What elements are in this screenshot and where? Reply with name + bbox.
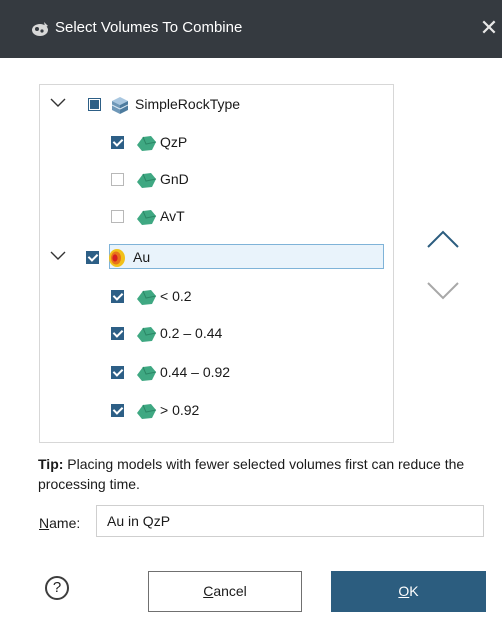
tree-row-avt[interactable]: AvT xyxy=(40,198,393,234)
move-up-icon[interactable] xyxy=(425,228,461,250)
tree-label: 0.44 – 0.92 xyxy=(160,364,231,380)
volume-tree: SimpleRockType QzP GnD AvT Au < 0.2 0.2 … xyxy=(39,84,394,443)
tree-row-au[interactable]: Au xyxy=(40,239,393,275)
tree-row-lt-0-2[interactable]: < 0.2 xyxy=(40,278,393,314)
checkbox-0-2-0-44[interactable] xyxy=(111,327,124,340)
tip-body: Placing models with fewer selected volum… xyxy=(38,456,465,492)
chevron-down-icon[interactable] xyxy=(49,249,67,263)
cancel-label-rest: ancel xyxy=(213,583,247,599)
checkbox-qzp[interactable] xyxy=(111,136,124,149)
numeric-model-icon xyxy=(109,249,125,267)
name-label-mnemonic: N xyxy=(39,515,50,531)
checkbox-simplerocktype[interactable] xyxy=(88,98,101,111)
checkbox-gnd[interactable] xyxy=(111,173,124,186)
tree-label: < 0.2 xyxy=(160,288,192,304)
cancel-button[interactable]: Cancel xyxy=(148,571,302,612)
ok-button[interactable]: OK xyxy=(331,571,486,612)
tree-row-simplerocktype[interactable]: SimpleRockType xyxy=(40,86,393,122)
tree-label: QzP xyxy=(160,134,188,150)
checkbox-au[interactable] xyxy=(86,251,99,264)
tree-label: 0.2 – 0.44 xyxy=(160,325,223,341)
chevron-down-icon[interactable] xyxy=(49,96,67,110)
checkbox-lt-0-2[interactable] xyxy=(111,290,124,303)
tree-row-0-2-0-44[interactable]: 0.2 – 0.44 xyxy=(40,315,393,351)
title-bar: Select Volumes To Combine ✕ xyxy=(0,0,502,58)
close-button[interactable]: ✕ xyxy=(476,12,502,44)
tree-label: > 0.92 xyxy=(160,402,200,418)
name-label-rest: ame: xyxy=(49,515,81,531)
ok-label-rest: K xyxy=(409,583,419,599)
tree-row-gt-0-92[interactable]: > 0.92 xyxy=(40,392,393,428)
volume-icon xyxy=(137,366,157,381)
tree-label: SimpleRockType xyxy=(135,96,241,112)
tree-label: GnD xyxy=(160,171,189,187)
volume-icon xyxy=(137,327,157,342)
checkbox-0-44-0-92[interactable] xyxy=(111,366,124,379)
geological-model-icon xyxy=(111,97,129,114)
name-input[interactable] xyxy=(96,505,484,537)
volume-icon xyxy=(137,173,157,188)
tree-row-0-44-0-92[interactable]: 0.44 – 0.92 xyxy=(40,354,393,390)
selection-highlight xyxy=(109,244,384,269)
tip-text: Tip: Placing models with fewer selected … xyxy=(38,454,478,494)
ok-mnemonic: O xyxy=(398,583,410,599)
volume-icon xyxy=(137,136,157,151)
name-label: Name: xyxy=(39,515,80,532)
tree-row-gnd[interactable]: GnD xyxy=(40,161,393,197)
help-button[interactable]: ? xyxy=(45,576,69,600)
volume-icon xyxy=(137,210,157,225)
tree-row-qzp[interactable]: QzP xyxy=(40,124,393,160)
move-down-icon[interactable] xyxy=(425,280,461,302)
tip-label: Tip: xyxy=(38,456,64,472)
checkbox-gt-0-92[interactable] xyxy=(111,404,124,417)
volume-icon xyxy=(137,404,157,419)
volume-icon xyxy=(137,290,157,305)
tree-label: Au xyxy=(133,249,151,265)
tree-label: AvT xyxy=(160,208,185,224)
window-title: Select Volumes To Combine xyxy=(55,19,243,36)
checkbox-avt[interactable] xyxy=(111,210,124,223)
cancel-mnemonic: C xyxy=(203,583,214,599)
app-icon xyxy=(32,22,48,36)
